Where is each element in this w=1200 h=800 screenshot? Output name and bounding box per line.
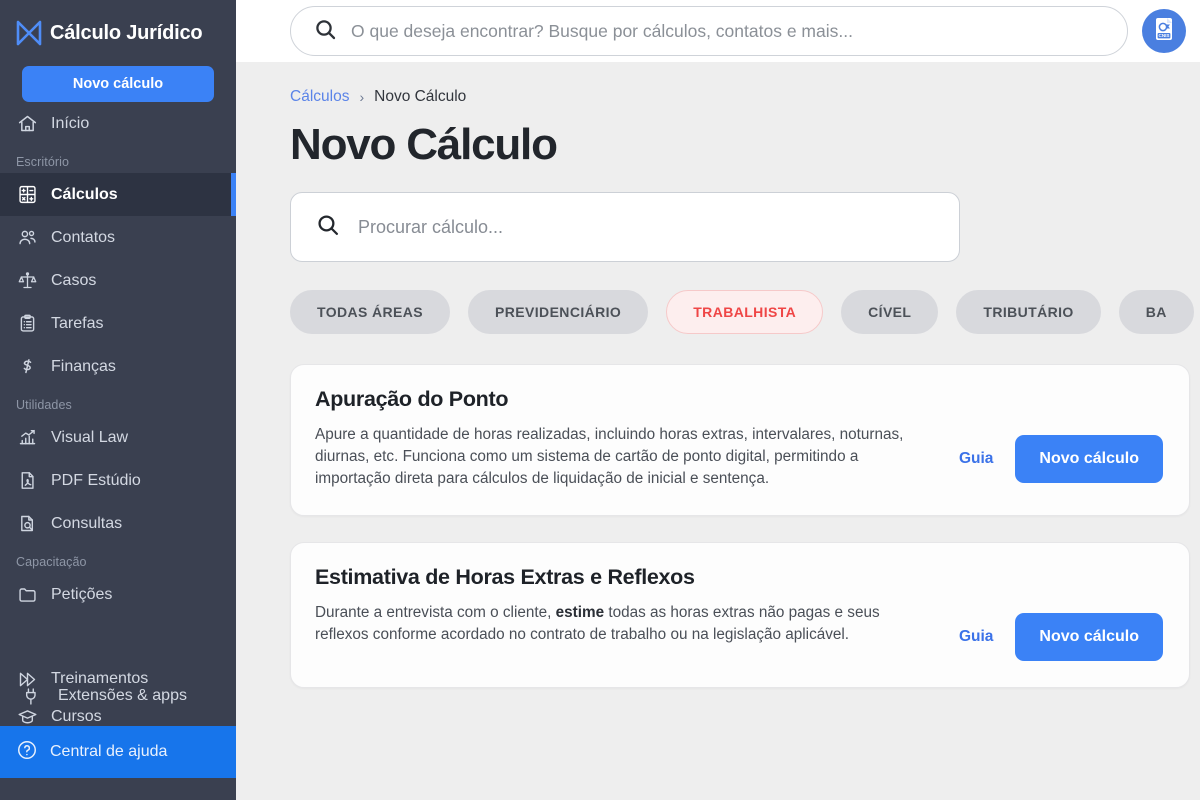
sidebar-item-visual-law[interactable]: Visual Law bbox=[0, 416, 236, 459]
card-description: Durante a entrevista com o cliente, esti… bbox=[315, 602, 905, 645]
sidebar-item-label: Petições bbox=[51, 585, 113, 603]
sidebar-item-pdf-estudio[interactable]: PDF Estúdio bbox=[0, 459, 236, 502]
sidebar-item-financas[interactable]: Finanças bbox=[0, 345, 236, 388]
chip-civel[interactable]: CÍVEL bbox=[841, 290, 939, 335]
guide-link[interactable]: Guia bbox=[959, 628, 993, 646]
sidebar-item-label: Tarefas bbox=[51, 314, 104, 332]
page-content: Cálculos › Novo Cálculo Novo Cálculo Pro… bbox=[236, 62, 1200, 689]
sidebar-item-label: Finanças bbox=[51, 357, 116, 375]
graduation-cap-icon bbox=[16, 706, 38, 728]
card-actions: Guia Novo cálculo bbox=[959, 435, 1163, 484]
main-area: O que deseja encontrar? Busque por cálcu… bbox=[236, 0, 1200, 800]
sidebar-item-peticoes[interactable]: Petições bbox=[0, 573, 236, 616]
card-description: Apure a quantidade de horas realizadas, … bbox=[315, 424, 905, 489]
folder-icon bbox=[16, 584, 38, 606]
dollar-icon bbox=[16, 356, 38, 378]
card-description-text: Apure a quantidade de horas realizadas, … bbox=[315, 426, 904, 487]
file-search-icon bbox=[16, 513, 38, 535]
calc-search-placeholder: Procurar cálculo... bbox=[358, 216, 504, 237]
calculation-card: Apuração do Ponto Apure a quantidade de … bbox=[290, 364, 1190, 517]
area-filter-chips: TODAS ÁREAS PREVIDENCIÁRIO TRABALHISTA C… bbox=[290, 290, 1200, 335]
sidebar-item-inicio[interactable]: Início bbox=[0, 102, 236, 145]
sidebar-item-contatos[interactable]: Contatos bbox=[0, 216, 236, 259]
global-search-input[interactable]: O que deseja encontrar? Busque por cálcu… bbox=[290, 6, 1128, 56]
new-calculation-button[interactable]: Novo cálculo bbox=[1015, 435, 1163, 484]
clipboard-icon bbox=[16, 313, 38, 335]
search-icon bbox=[313, 17, 337, 46]
card-description-pre: Durante a entrevista com o cliente, bbox=[315, 604, 556, 622]
sidebar-item-label: Cursos bbox=[51, 708, 102, 725]
card-body: Apuração do Ponto Apure a quantidade de … bbox=[315, 387, 959, 489]
app-root: Cálculo Jurídico Novo cálculo Início Esc… bbox=[0, 0, 1200, 800]
sidebar-item-calculos[interactable]: Cálculos bbox=[0, 173, 236, 216]
svg-text:CNIS: CNIS bbox=[1159, 33, 1170, 38]
sidebar-section-escritorio-label: Escritório bbox=[16, 155, 70, 169]
sidebar-item-label: Visual Law bbox=[51, 428, 129, 446]
guide-link[interactable]: Guia bbox=[959, 450, 993, 468]
home-icon bbox=[16, 113, 38, 135]
global-search-placeholder: O que deseja encontrar? Busque por cálcu… bbox=[351, 20, 853, 41]
breadcrumb: Cálculos › Novo Cálculo bbox=[290, 88, 1200, 106]
chevron-right-icon: › bbox=[359, 89, 365, 105]
new-calculation-button[interactable]: Novo cálculo bbox=[1015, 613, 1163, 662]
sidebar-item-label: Início bbox=[51, 114, 90, 132]
chip-previdenciario[interactable]: PREVIDENCIÁRIO bbox=[468, 290, 649, 335]
sidebar: Cálculo Jurídico Novo cálculo Início Esc… bbox=[0, 0, 236, 800]
breadcrumb-link-calculos[interactable]: Cálculos bbox=[290, 88, 349, 106]
chip-bancario[interactable]: BA bbox=[1118, 290, 1194, 335]
new-calculation-button[interactable]: Novo cálculo bbox=[22, 66, 214, 102]
top-bar: O que deseja encontrar? Busque por cálcu… bbox=[236, 0, 1200, 62]
chip-tributario[interactable]: TRIBUTÁRIO bbox=[956, 290, 1101, 335]
breadcrumb-current: Novo Cálculo bbox=[374, 88, 467, 105]
calculation-cards-list: Apuração do Ponto Apure a quantidade de … bbox=[290, 364, 1190, 689]
search-icon bbox=[315, 212, 340, 242]
sidebar-item-label: PDF Estúdio bbox=[51, 471, 141, 489]
brand-logo[interactable]: Cálculo Jurídico bbox=[0, 0, 236, 52]
help-center-button[interactable]: Central de ajuda bbox=[0, 726, 236, 778]
question-circle-icon bbox=[16, 739, 38, 766]
page-title: Novo Cálculo bbox=[290, 120, 558, 169]
brand-name: Cálculo Jurídico bbox=[50, 21, 203, 44]
people-icon bbox=[16, 227, 38, 249]
sidebar-item-label: Contatos bbox=[51, 228, 116, 246]
sidebar-section-utilidades-label: Utilidades bbox=[16, 398, 72, 412]
scales-icon bbox=[16, 270, 38, 292]
calculation-card: Estimativa de Horas Extras e Reflexos Du… bbox=[290, 542, 1190, 689]
card-body: Estimativa de Horas Extras e Reflexos Du… bbox=[315, 565, 959, 645]
chip-trabalhista[interactable]: TRABALHISTA bbox=[666, 290, 824, 335]
sidebar-item-label: Cálculos bbox=[51, 185, 118, 203]
sidebar-item-label: Consultas bbox=[51, 514, 123, 532]
cnis-file-icon: CNIS bbox=[1149, 14, 1179, 49]
m-monogram-logo-icon bbox=[14, 18, 44, 48]
sidebar-item-casos[interactable]: Casos bbox=[0, 259, 236, 302]
calc-search-input[interactable]: Procurar cálculo... bbox=[290, 192, 960, 263]
cnis-import-button[interactable]: CNIS bbox=[1142, 9, 1186, 53]
sidebar-item-consultas[interactable]: Consultas bbox=[0, 502, 236, 545]
sidebar-section-capacitacao-label: Capacitação bbox=[16, 555, 87, 569]
card-title: Estimativa de Horas Extras e Reflexos bbox=[315, 565, 695, 590]
chip-todas-areas[interactable]: TODAS ÁREAS bbox=[290, 290, 451, 335]
calculator-icon bbox=[16, 184, 38, 206]
pdf-file-icon bbox=[16, 470, 38, 492]
bar-chart-icon bbox=[16, 427, 38, 449]
sidebar-item-tarefas[interactable]: Tarefas bbox=[0, 302, 236, 345]
card-actions: Guia Novo cálculo bbox=[959, 613, 1163, 662]
help-center-label: Central de ajuda bbox=[50, 743, 168, 760]
sidebar-item-label: Casos bbox=[51, 271, 97, 289]
card-description-emphasis: estime bbox=[555, 604, 605, 622]
card-title: Apuração do Ponto bbox=[315, 387, 509, 412]
